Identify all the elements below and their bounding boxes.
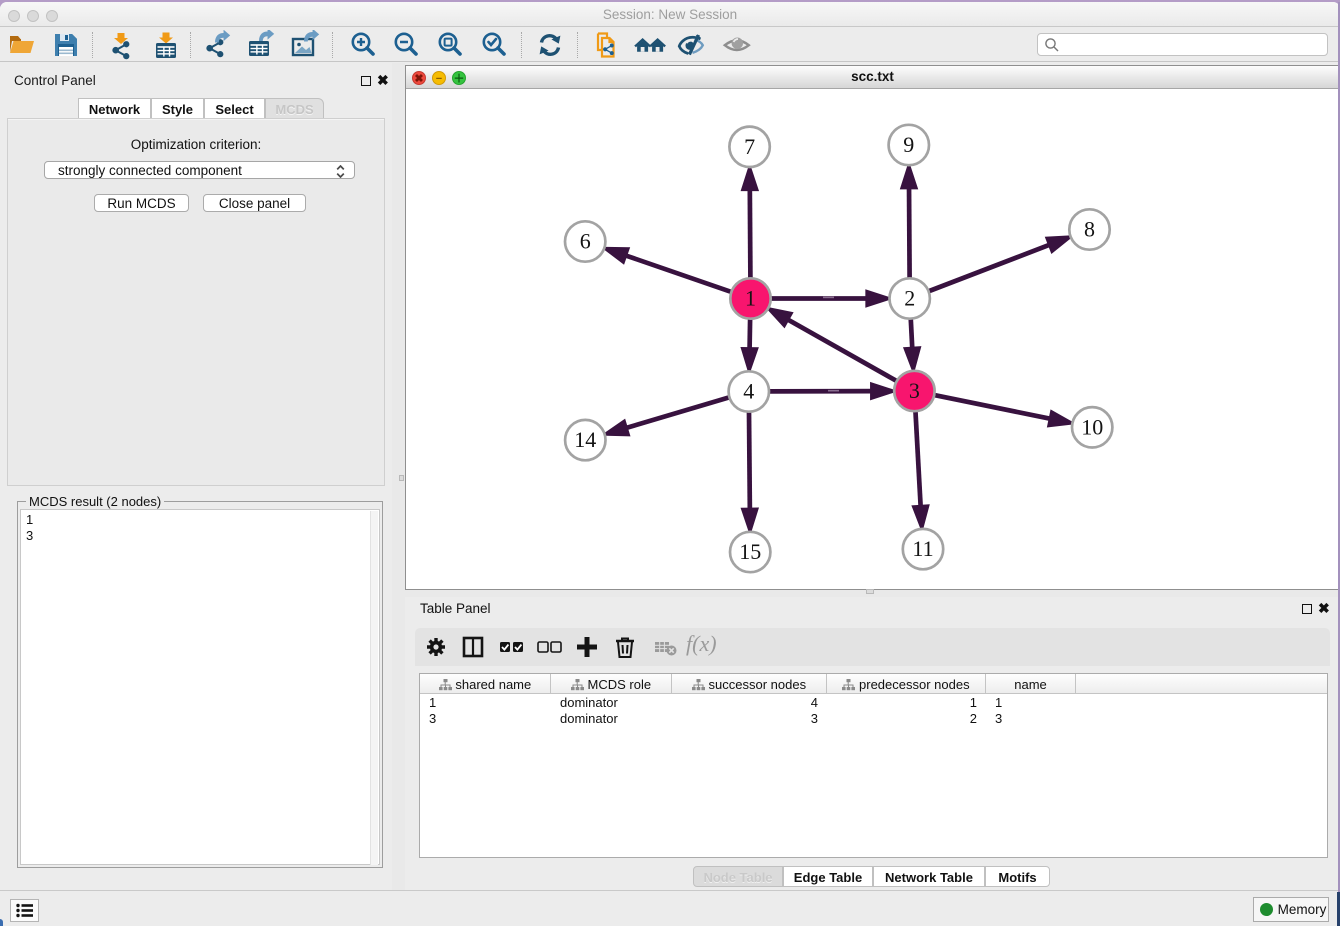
svg-text:2: 2 xyxy=(904,285,915,310)
svg-text:11: 11 xyxy=(912,536,933,561)
svg-text:1: 1 xyxy=(745,285,756,310)
svg-text:10: 10 xyxy=(1081,414,1103,439)
svg-text:8: 8 xyxy=(1084,216,1095,241)
svg-text:9: 9 xyxy=(903,132,914,157)
svg-text:4: 4 xyxy=(743,378,754,403)
svg-text:7: 7 xyxy=(744,133,755,158)
svg-text:3: 3 xyxy=(909,378,920,403)
svg-text:14: 14 xyxy=(574,427,596,452)
svg-text:6: 6 xyxy=(580,228,591,253)
svg-text:15: 15 xyxy=(739,539,761,564)
